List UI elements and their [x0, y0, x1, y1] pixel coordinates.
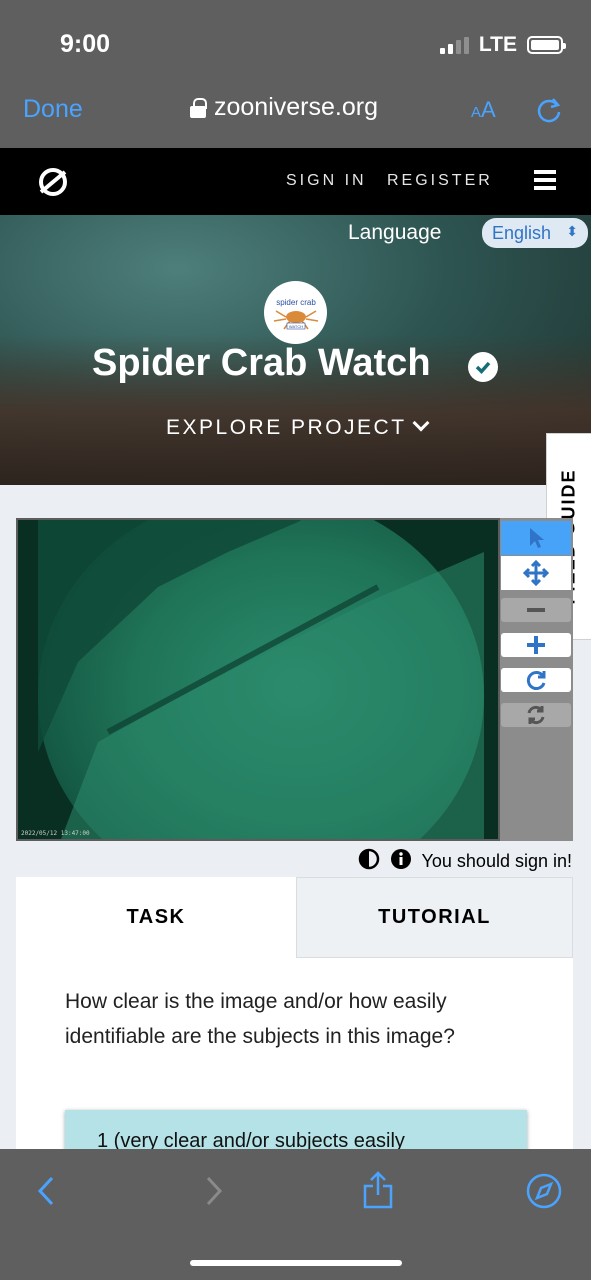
- browser-bottom-toolbar: [0, 1149, 591, 1280]
- text-size-button[interactable]: AA: [471, 97, 496, 123]
- invert-contrast-icon[interactable]: [358, 848, 380, 875]
- rotate-icon: [526, 671, 546, 690]
- site-nav: SIGN IN REGISTER: [0, 148, 591, 215]
- cellular-signal-icon: [439, 36, 469, 54]
- language-value: English: [492, 223, 552, 243]
- info-icon[interactable]: [390, 848, 412, 875]
- zoom-in-button[interactable]: [501, 633, 571, 657]
- task-panel: How clear is the image and/or how easily…: [16, 958, 573, 1170]
- zoom-out-button[interactable]: [501, 598, 571, 622]
- reload-icon[interactable]: [536, 96, 562, 129]
- move-icon: [523, 560, 549, 586]
- pointer-icon: [530, 528, 544, 548]
- annotate-tool-button[interactable]: [501, 521, 571, 555]
- sign-in-message: You should sign in!: [421, 851, 572, 871]
- status-time: 9:00: [60, 30, 111, 58]
- compass-icon[interactable]: [526, 1173, 562, 1214]
- url-text: zooniverse.org: [214, 93, 378, 121]
- task-question: How clear is the image and/or how easily…: [65, 990, 455, 1048]
- move-tool-button[interactable]: [501, 556, 571, 590]
- minus-icon: [527, 608, 545, 612]
- camera-lens-view: [38, 520, 484, 839]
- plus-icon: [527, 636, 545, 654]
- image-timestamp: 2022/05/12 13:47:00: [21, 830, 90, 837]
- refresh-icon: [527, 705, 545, 725]
- project-hero: Language English ⬍ spider crab WATCH Spi…: [0, 215, 591, 485]
- subject-image[interactable]: 2022/05/12 13:47:00: [16, 518, 500, 841]
- home-indicator[interactable]: [190, 1260, 402, 1266]
- status-indicators: LTE: [439, 33, 566, 57]
- language-select[interactable]: English ⬍: [482, 218, 588, 248]
- battery-icon: [527, 36, 566, 54]
- select-chevron-icon: ⬍: [566, 223, 578, 239]
- zooniverse-logo-icon[interactable]: [37, 166, 69, 203]
- address-bar[interactable]: zooniverse.org: [190, 93, 378, 122]
- project-title: Spider Crab Watch: [92, 342, 431, 384]
- share-icon[interactable]: [362, 1171, 394, 1214]
- subject-meta: You should sign in!: [358, 848, 572, 875]
- network-type: LTE: [478, 33, 517, 56]
- rotate-button[interactable]: [501, 668, 571, 692]
- browser-top-bar: 9:00 LTE Done zooniverse.org AA: [0, 0, 591, 148]
- register-link[interactable]: REGISTER: [387, 172, 493, 190]
- menu-icon[interactable]: [534, 170, 556, 194]
- tab-tutorial[interactable]: TUTORIAL: [296, 877, 573, 958]
- forward-icon[interactable]: [204, 1175, 224, 1212]
- verified-badge-icon: [468, 352, 498, 382]
- badge-text: spider crab: [276, 298, 316, 307]
- back-icon[interactable]: [36, 1175, 56, 1212]
- chevron-down-icon: [412, 414, 430, 432]
- project-avatar: spider crab WATCH: [264, 281, 327, 344]
- classifier-tabs: TASK TUTORIAL: [16, 877, 573, 958]
- explore-project-button[interactable]: EXPLORE PROJECT: [166, 414, 430, 440]
- svg-text:WATCH: WATCH: [288, 324, 302, 329]
- language-label: Language: [348, 221, 442, 244]
- done-button[interactable]: Done: [23, 95, 83, 124]
- tab-task[interactable]: TASK: [16, 877, 296, 958]
- lock-icon: [190, 97, 207, 118]
- reset-view-button[interactable]: [501, 703, 571, 727]
- sign-in-link[interactable]: SIGN IN: [286, 172, 367, 190]
